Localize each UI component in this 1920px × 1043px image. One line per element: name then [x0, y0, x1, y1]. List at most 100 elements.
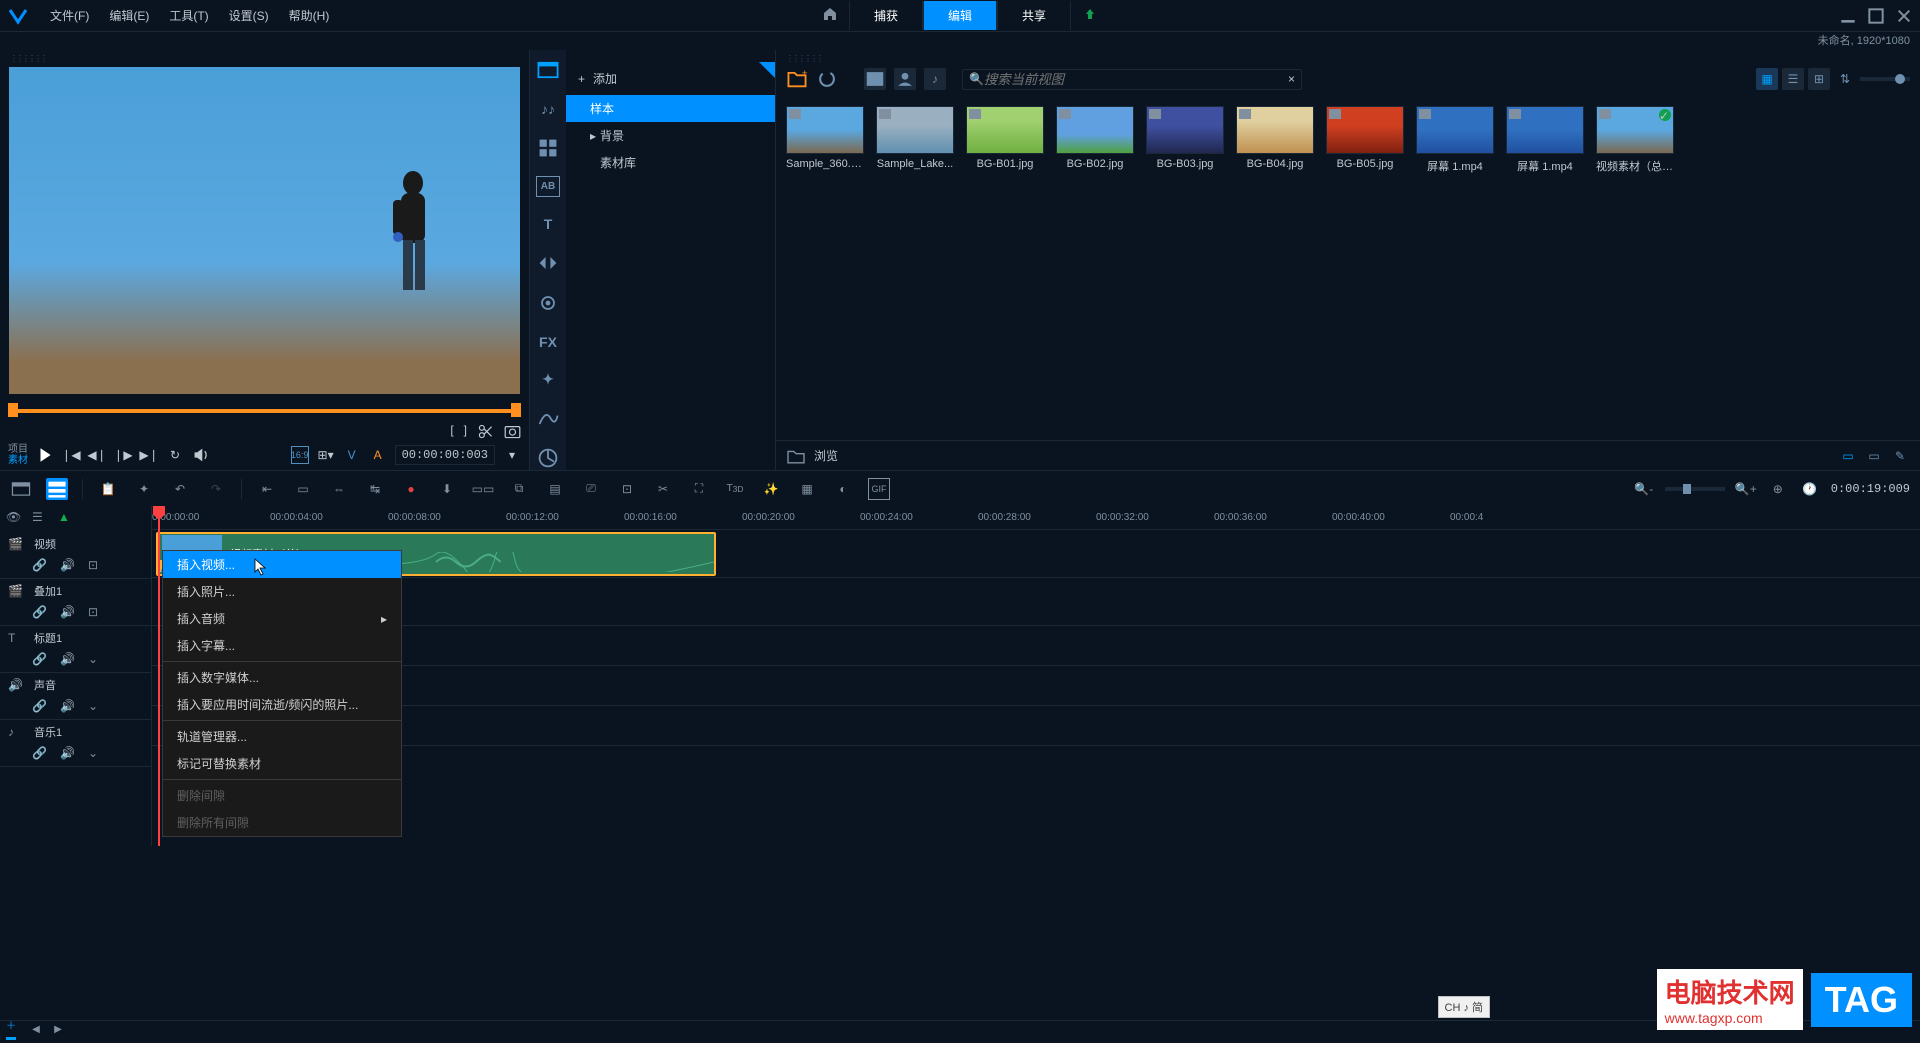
playhead[interactable]: [158, 506, 160, 846]
prev-frame-icon[interactable]: ◀❘: [88, 446, 106, 464]
track-list-icon[interactable]: ☰: [32, 510, 50, 528]
tl-zoom-icon[interactable]: ⛶: [688, 478, 710, 500]
track-title-row[interactable]: [152, 626, 1920, 666]
fit-icon[interactable]: ⊕: [1767, 478, 1789, 500]
tool-template-icon[interactable]: [536, 136, 560, 160]
tl-record-icon[interactable]: ●: [400, 478, 422, 500]
va-a[interactable]: A: [369, 446, 387, 464]
goto-start-icon[interactable]: ❘◀: [62, 446, 80, 464]
tl-marker-icon[interactable]: ⬇: [436, 478, 458, 500]
upload-icon[interactable]: [1071, 1, 1109, 30]
track-voice-row[interactable]: [152, 666, 1920, 706]
media-item[interactable]: BG-B04.jpg: [1236, 106, 1314, 174]
loop-icon[interactable]: ↻: [166, 446, 184, 464]
play-button[interactable]: [36, 446, 54, 464]
tl-group-icon[interactable]: ▭▭: [472, 478, 494, 500]
search-input[interactable]: [984, 72, 1288, 87]
scroll-add-icon[interactable]: ＋▬: [6, 1023, 22, 1037]
tl-undo-icon[interactable]: ↶: [169, 478, 191, 500]
mark-out-icon[interactable]: ]: [464, 423, 467, 440]
close-button[interactable]: [1896, 8, 1912, 24]
menu-file[interactable]: 文件(F): [40, 3, 99, 28]
tl-snap-icon[interactable]: ⊡: [616, 478, 638, 500]
tl-split-icon[interactable]: ⇔: [328, 478, 350, 500]
filter-photo-icon[interactable]: [894, 68, 916, 90]
menu-tools[interactable]: 工具(T): [159, 3, 218, 28]
track-mute-icon[interactable]: 🔊: [60, 558, 74, 572]
track-header[interactable]: T标题1🔗🔊⌄: [0, 626, 151, 673]
library-folder-background[interactable]: ▸背景: [566, 122, 775, 149]
track-link-icon[interactable]: 🔗: [32, 605, 46, 619]
tl-link-icon[interactable]: ⧉: [508, 478, 530, 500]
tl-clipboard-icon[interactable]: 📋: [97, 478, 119, 500]
tool-audio-icon[interactable]: ♪♪: [536, 98, 560, 120]
context-menu-item[interactable]: 标记可替换素材: [163, 750, 401, 777]
tool-gear-icon[interactable]: [536, 291, 560, 315]
zoom-slider[interactable]: [1665, 487, 1725, 491]
track-link-icon[interactable]: 🔗: [32, 699, 46, 713]
context-menu-item[interactable]: 插入字幕...: [163, 632, 401, 659]
grid-icon[interactable]: ⊞▾: [317, 446, 335, 464]
clock-icon[interactable]: 🕐: [1799, 478, 1821, 500]
tl-crop-icon[interactable]: ✂: [652, 478, 674, 500]
media-item[interactable]: Sample_Lake...: [876, 106, 954, 174]
track-overlay-row[interactable]: [152, 578, 1920, 626]
filter-video-icon[interactable]: [864, 68, 886, 90]
snapshot-icon[interactable]: [504, 423, 521, 440]
preview-drag-handle[interactable]: [0, 50, 529, 62]
track-music-row[interactable]: [152, 706, 1920, 746]
filter-audio-icon[interactable]: ♪: [924, 68, 946, 90]
tool-track-icon[interactable]: [536, 446, 560, 470]
view-grid-large-icon[interactable]: ▦: [1756, 68, 1778, 90]
tab-share[interactable]: 共享: [997, 1, 1071, 30]
track-header[interactable]: 🔊声音🔗🔊⌄: [0, 673, 151, 720]
mark-in-icon[interactable]: [: [450, 423, 453, 440]
track-link-icon[interactable]: 🔗: [32, 746, 46, 760]
view-grid-small-icon[interactable]: ⊞: [1808, 68, 1830, 90]
media-item[interactable]: BG-B02.jpg: [1056, 106, 1134, 174]
track-link-icon[interactable]: 🔗: [32, 652, 46, 666]
refresh-icon[interactable]: [816, 68, 838, 90]
preview-scrubber[interactable]: [8, 403, 521, 419]
home-icon[interactable]: [811, 1, 849, 30]
tl-text3d-icon[interactable]: T3D: [724, 478, 746, 500]
tl-magic-icon[interactable]: ✦: [133, 478, 155, 500]
scroll-right-icon[interactable]: ▶: [50, 1023, 66, 1037]
menu-edit[interactable]: 编辑(E): [99, 3, 159, 28]
goto-end-icon[interactable]: ▶❘: [140, 446, 158, 464]
track-expand-icon[interactable]: ▲: [58, 510, 76, 528]
track-link-icon[interactable]: 🔗: [32, 558, 46, 572]
browse-label[interactable]: 浏览: [814, 447, 838, 464]
zoom-out-icon[interactable]: 🔍-: [1633, 478, 1655, 500]
tl-fx-icon[interactable]: ✨: [760, 478, 782, 500]
next-frame-icon[interactable]: ❘▶: [114, 446, 132, 464]
volume-icon[interactable]: [192, 446, 210, 464]
track-mute-icon[interactable]: 🔊: [60, 746, 74, 760]
media-item[interactable]: 屏幕 1.mp4: [1416, 106, 1494, 174]
context-menu-item[interactable]: 插入要应用时间流逝/频闪的照片...: [163, 691, 401, 718]
tl-gif-icon[interactable]: GIF: [868, 478, 890, 500]
tool-subtitle-icon[interactable]: AB: [536, 176, 560, 198]
track-lock-icon[interactable]: ⊡: [88, 558, 102, 572]
zoom-in-icon[interactable]: 🔍+: [1735, 478, 1757, 500]
track-eye-icon[interactable]: 👁: [6, 510, 24, 528]
context-menu-item[interactable]: 插入视频...: [163, 551, 401, 578]
tab-capture[interactable]: 捕获: [849, 1, 923, 30]
preview-mode-labels[interactable]: 项目 素材: [8, 444, 28, 466]
tool-media-icon[interactable]: [536, 58, 560, 82]
clear-search-icon[interactable]: ×: [1288, 72, 1295, 86]
track-header[interactable]: 🎬视频🔗🔊⊡: [0, 532, 151, 579]
tl-delete-icon[interactable]: ▭: [292, 478, 314, 500]
view-list-icon[interactable]: ☰: [1782, 68, 1804, 90]
media-item[interactable]: ✓视频素材（总）...: [1596, 106, 1674, 174]
track-chevron-icon[interactable]: ⌄: [88, 652, 102, 666]
media-item[interactable]: BG-B05.jpg: [1326, 106, 1404, 174]
tl-ripple-icon[interactable]: ↹: [364, 478, 386, 500]
menu-settings[interactable]: 设置(S): [219, 3, 279, 28]
track-header[interactable]: ♪音乐1🔗🔊⌄: [0, 720, 151, 767]
tool-transition-icon[interactable]: [536, 251, 560, 275]
tool-color-icon[interactable]: ✦: [536, 368, 560, 390]
media-item[interactable]: Sample_360.m...: [786, 106, 864, 174]
footer-panel1-icon[interactable]: ▭: [1838, 448, 1858, 464]
scissors-icon[interactable]: [477, 423, 494, 440]
